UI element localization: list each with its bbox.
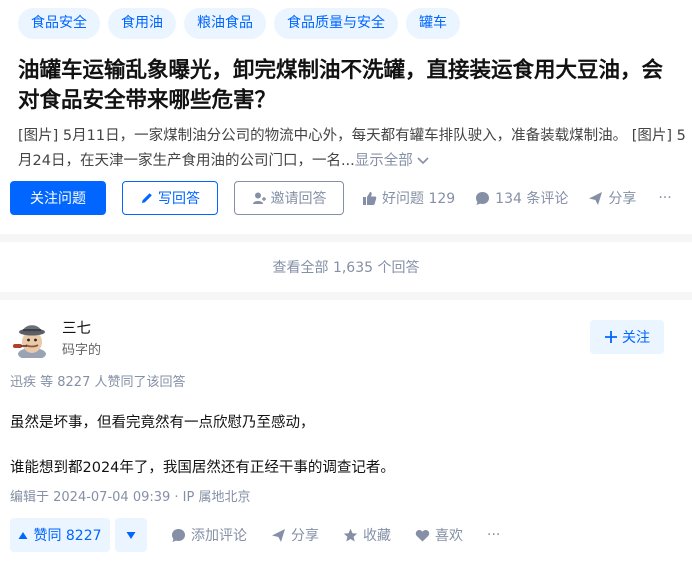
answer-paragraph: 虽然是坏事，但看完竟然有一点欣慰乃至感动， (10, 415, 315, 431)
avatar-detective-icon (13, 325, 46, 358)
chevron-down-icon (417, 157, 429, 165)
question-comments-button[interactable]: 134 条评论 (475, 188, 568, 208)
answer-more-button[interactable]: ··· (487, 527, 500, 543)
show-all-label: 显示全部 (354, 153, 413, 169)
avatar[interactable] (10, 318, 50, 358)
like-label: 喜欢 (435, 528, 463, 544)
author-name[interactable]: 三七 (62, 317, 91, 338)
topic-tag[interactable]: 罐车 (406, 8, 460, 39)
star-icon (343, 528, 358, 541)
topic-tags: 食品安全 食用油 粮油食品 食品质量与安全 罐车 (18, 8, 460, 39)
show-all-link[interactable]: 显示全部 (355, 153, 430, 169)
write-answer-button[interactable]: 写回答 (122, 181, 218, 215)
upvote-button[interactable]: 赞同 8227 (10, 518, 110, 552)
share-icon (272, 528, 285, 542)
topic-tag[interactable]: 食品安全 (18, 8, 100, 39)
topic-tag[interactable]: 食用油 (108, 8, 176, 39)
invite-person-icon (252, 192, 266, 204)
comment-icon (476, 191, 490, 205)
voters-summary[interactable]: 迅疾 等 8227 人赞同了该回答 (10, 371, 185, 390)
upvote-label: 赞同 8227 (33, 528, 102, 544)
comment-icon (172, 528, 185, 542)
like-button[interactable]: 喜欢 (415, 525, 463, 545)
share-icon (589, 191, 603, 205)
edit-info[interactable]: 编辑于 2024-07-04 09:39 · IP 属地北京 (10, 486, 250, 505)
follow-author-label: 关注 (622, 330, 650, 346)
invite-answer-label: 邀请回答 (270, 191, 327, 207)
more-icon: ··· (658, 190, 672, 206)
triangle-down-icon (126, 531, 136, 539)
plus-icon (605, 331, 617, 343)
add-comment-button[interactable]: 添加评论 (171, 525, 247, 545)
follow-author-button[interactable]: 关注 (590, 320, 664, 354)
question-share-button[interactable]: 分享 (588, 188, 636, 208)
answer-share-button[interactable]: 分享 (271, 525, 319, 545)
good-question-button[interactable]: 好问题 129 (362, 188, 455, 208)
favorite-label: 收藏 (363, 528, 391, 544)
view-all-answers-bar[interactable]: 查看全部 1,635 个回答 (0, 242, 692, 292)
invite-answer-button[interactable]: 邀请回答 (234, 181, 344, 215)
answer-paragraph: 谁能想到都2024年了，我国居然还有正经干事的调查记者。 (10, 460, 395, 476)
follow-question-button[interactable]: 关注问题 (10, 181, 106, 215)
add-comment-label: 添加评论 (191, 528, 247, 544)
author-bio: 码字的 (62, 343, 102, 358)
downvote-button[interactable] (115, 518, 147, 552)
thumbs-up-icon (363, 191, 377, 205)
question-comments-label: 134 条评论 (495, 191, 569, 207)
pencil-icon (142, 193, 152, 203)
triangle-up-icon (18, 531, 28, 539)
follow-question-label: 关注问题 (30, 191, 86, 207)
view-all-answers-link[interactable]: 查看全部 1,635 个回答 (273, 257, 420, 277)
question-share-label: 分享 (608, 191, 637, 207)
good-question-label: 好问题 129 (382, 191, 456, 207)
answer-actions: 赞同 8227 添加评论 分享 收藏 喜欢 ··· (10, 518, 500, 552)
topic-tag[interactable]: 粮油食品 (184, 8, 266, 39)
answer-share-label: 分享 (291, 528, 319, 544)
favorite-button[interactable]: 收藏 (343, 525, 391, 545)
question-excerpt-text: [图片] 5月11日，一家煤制油分公司的物流中心外，每天都有罐车排队驶入，准备装… (18, 128, 686, 169)
question-title[interactable]: 油罐车运输乱象曝光，卸完煤制油不洗罐，直接装运食用大豆油，会对食品安全带来哪些危… (18, 56, 683, 116)
question-more-button[interactable]: ··· (658, 190, 671, 206)
topic-tag[interactable]: 食品质量与安全 (274, 8, 398, 39)
more-icon: ··· (487, 527, 501, 543)
heart-icon (415, 529, 430, 541)
question-actions: 关注问题 写回答 邀请回答 好问题 129 134 条评论 分享 ··· (10, 181, 672, 215)
write-answer-label: 写回答 (158, 191, 200, 207)
question-excerpt: [图片] 5月11日，一家煤制油分公司的物流中心外，每天都有罐车排队驶入，准备装… (18, 124, 688, 174)
